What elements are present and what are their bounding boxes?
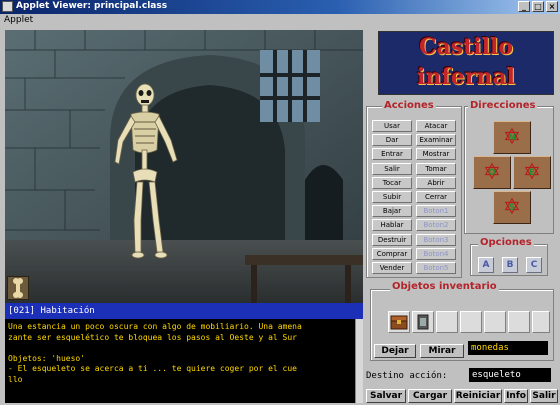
action-button-salir[interactable]: Salir: [372, 162, 412, 175]
logo-line-2: infernal: [416, 64, 515, 90]
maximize-button[interactable]: □: [532, 1, 544, 12]
action-button-abrir[interactable]: Abrir: [416, 176, 456, 189]
action-button-mostrar[interactable]: Mostrar: [416, 148, 456, 161]
bone-icon[interactable]: [7, 276, 29, 300]
text-line: zante ser esquelético te bloquea los pas…: [8, 332, 297, 342]
action-button-boton5[interactable]: Boton5: [416, 262, 456, 274]
menu-applet[interactable]: Applet: [4, 15, 33, 25]
salvar-button[interactable]: Salvar: [366, 389, 406, 403]
monedas-display: monedas: [468, 341, 548, 355]
close-button[interactable]: ×: [546, 1, 558, 12]
action-button-vender[interactable]: Vender: [372, 262, 412, 274]
action-button-destruir[interactable]: Destruir: [372, 233, 412, 246]
inventario-title: Objetos inventario: [390, 281, 499, 292]
action-button-comprar[interactable]: Comprar: [372, 247, 412, 260]
game-logo: Castillo infernal: [378, 31, 554, 95]
action-button-hablar[interactable]: Hablar: [372, 219, 412, 232]
action-button-tocar[interactable]: Tocar: [372, 176, 412, 189]
inventory-slot[interactable]: [532, 311, 550, 333]
destino-field[interactable]: esqueleto: [469, 368, 551, 382]
salir-button[interactable]: Salir: [530, 389, 558, 403]
text-line: Una estancia un poco oscura con algo de …: [8, 322, 302, 331]
chest-icon: [390, 315, 408, 330]
mirar-button[interactable]: Mirar: [420, 344, 464, 358]
action-button-usar[interactable]: Usar: [372, 120, 412, 132]
east-button[interactable]: ✡ E: [513, 156, 551, 189]
inventory-slot-chest[interactable]: [388, 311, 410, 333]
acciones-title: Acciones: [382, 100, 436, 111]
option-b-button[interactable]: B: [502, 257, 518, 273]
info-button[interactable]: Info: [504, 389, 528, 403]
applet-window: Applet Viewer: principal.class _ □ × App…: [0, 0, 560, 405]
action-button-entrar[interactable]: Entrar: [372, 148, 412, 161]
option-a-button[interactable]: A: [478, 257, 494, 273]
lantern-icon: [417, 314, 429, 330]
destino-label: Destino acción:: [366, 371, 448, 381]
window-title: Applet Viewer: principal.class: [16, 1, 168, 11]
menu-bar: Applet: [0, 14, 560, 27]
south-button[interactable]: ✡ S: [493, 191, 531, 224]
option-c-button[interactable]: C: [526, 257, 542, 273]
inventory-slot[interactable]: [484, 311, 506, 333]
action-button-boton2[interactable]: Boton2: [416, 219, 456, 232]
inventory-slot[interactable]: [436, 311, 458, 333]
dejar-button[interactable]: Dejar: [374, 344, 416, 358]
action-button-examinar[interactable]: Examinar: [416, 134, 456, 147]
action-button-boton1[interactable]: Boton1: [416, 205, 456, 218]
inventory-slot-lantern[interactable]: [412, 311, 434, 333]
app-icon: [2, 1, 13, 12]
narrative-text-area[interactable]: Una estancia un poco oscura con algo de …: [5, 319, 355, 403]
action-button-bajar[interactable]: Bajar: [372, 205, 412, 218]
north-button[interactable]: ✡ N: [493, 121, 531, 154]
room-title-bar: [021] Habitación: [5, 303, 363, 319]
scene-image: [5, 30, 363, 303]
text-line: [8, 343, 352, 354]
reiniciar-button[interactable]: Reiniciar: [454, 389, 502, 403]
action-button-tomar[interactable]: Tomar: [416, 162, 456, 175]
direcciones-title: Direcciones: [468, 100, 538, 111]
text-line: - El esqueleto se acerca a ti ... te qui…: [8, 364, 297, 373]
minimize-button[interactable]: _: [518, 1, 530, 12]
action-button-atacar[interactable]: Atacar: [416, 120, 456, 132]
text-scrollbar[interactable]: [355, 319, 363, 403]
action-button-boton4[interactable]: Boton4: [416, 247, 456, 260]
cargar-button[interactable]: Cargar: [408, 389, 452, 403]
inventory-slot[interactable]: [508, 311, 530, 333]
scene-illustration: [5, 30, 363, 303]
action-button-subir[interactable]: Subir: [372, 191, 412, 203]
opciones-title: Opciones: [478, 237, 534, 248]
action-button-boton3[interactable]: Boton3: [416, 233, 456, 246]
inventory-slot[interactable]: [460, 311, 482, 333]
title-bar[interactable]: Applet Viewer: principal.class _ □ ×: [0, 0, 560, 14]
action-button-cerrar[interactable]: Cerrar: [416, 191, 456, 203]
logo-line-1: Castillo: [418, 34, 514, 60]
action-button-dar[interactable]: Dar: [372, 134, 412, 147]
text-line: Objetos: 'hueso': [8, 353, 86, 363]
text-line: llo: [8, 374, 23, 384]
west-button[interactable]: ✡ O: [473, 156, 511, 189]
